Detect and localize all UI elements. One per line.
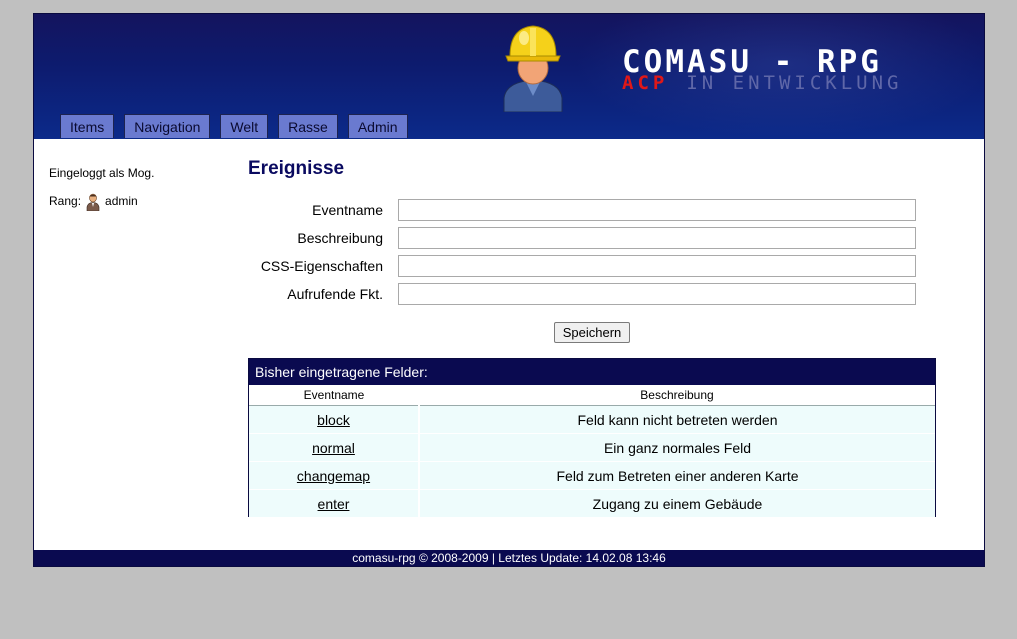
event-name-cell: normal: [249, 433, 420, 462]
event-link[interactable]: block: [317, 412, 350, 428]
form-row-aufrufende-fkt: Aufrufende Fkt.: [248, 283, 918, 307]
tab-welt[interactable]: Welt: [220, 114, 269, 138]
tab-items[interactable]: Items: [60, 114, 115, 138]
footer: comasu-rpg © 2008-2009 | Letztes Update:…: [34, 550, 984, 566]
beschreibung-input[interactable]: [398, 227, 916, 249]
construction-worker-icon: [503, 25, 563, 112]
rank-label: Rang:: [49, 194, 82, 208]
css-eigenschaften-input[interactable]: [398, 255, 916, 277]
beschreibung-label: Beschreibung: [297, 230, 383, 246]
sidebar: Eingeloggt als Mog. Rang: admin: [49, 166, 154, 222]
column-header-eventname: Eventname: [249, 385, 419, 406]
event-description-cell: Ein ganz normales Feld: [419, 433, 935, 462]
admin-user-icon: [86, 193, 100, 211]
user-rank: Rang: admin: [49, 193, 154, 222]
table-row: changemap Feld zum Betreten einer andere…: [249, 461, 935, 490]
event-link[interactable]: normal: [312, 440, 355, 456]
event-name-cell: enter: [249, 489, 420, 518]
eventname-input[interactable]: [398, 199, 916, 221]
event-name-cell: block: [249, 405, 420, 434]
form-row-css: CSS-Eigenschaften: [248, 255, 918, 279]
event-link[interactable]: enter: [318, 496, 350, 512]
login-status-text: Eingeloggt als Mog.: [49, 166, 155, 180]
aufrufende-fkt-label: Aufrufende Fkt.: [287, 286, 383, 302]
aufrufende-fkt-input[interactable]: [398, 283, 916, 305]
form-row-beschreibung: Beschreibung: [248, 227, 918, 251]
css-eigenschaften-label: CSS-Eigenschaften: [260, 258, 383, 274]
header-banner: COMASU - RPG ACP IN ENTWICKLUNG Items Nav…: [34, 14, 984, 139]
tab-admin[interactable]: Admin: [347, 114, 408, 138]
tab-navigation[interactable]: Navigation: [124, 114, 211, 138]
logo-subtitle-accent: ACP: [622, 72, 669, 94]
rank-value: admin: [105, 194, 138, 208]
table-header-row: Eventname Beschreibung: [249, 385, 935, 406]
form-row-eventname: Eventname: [248, 199, 918, 223]
events-table-box: Bisher eingetragene Felder: Eventname Be…: [248, 358, 936, 518]
page-title: Ereignisse: [248, 158, 345, 179]
logo-subtitle: ACP IN ENTWICKLUNG: [622, 72, 902, 94]
table-row: enter Zugang zu einem Gebäude: [249, 489, 935, 518]
table-row: block Feld kann nicht betreten werden: [249, 405, 935, 434]
event-link[interactable]: changemap: [297, 468, 370, 484]
tab-rasse[interactable]: Rasse: [278, 114, 338, 138]
event-description-cell: Feld zum Betreten einer anderen Karte: [419, 461, 935, 490]
events-table: Eventname Beschreibung block Feld kann n…: [249, 385, 935, 518]
eventname-label: Eventname: [312, 202, 383, 218]
save-button[interactable]: Speichern: [554, 322, 630, 343]
main-nav-tabs: Items Navigation Welt Rasse Admin: [60, 114, 418, 139]
event-description-cell: Feld kann nicht betreten werden: [419, 405, 935, 434]
page-container: COMASU - RPG ACP IN ENTWICKLUNG Items Nav…: [33, 13, 985, 567]
login-status: Eingeloggt als Mog.: [49, 166, 154, 194]
column-header-beschreibung: Beschreibung: [419, 385, 935, 406]
logo-subtitle-rest: IN ENTWICKLUNG: [686, 72, 903, 94]
events-table-title: Bisher eingetragene Felder:: [249, 359, 935, 385]
event-description-cell: Zugang zu einem Gebäude: [419, 489, 935, 518]
event-name-cell: changemap: [249, 461, 420, 490]
table-row: normal Ein ganz normales Feld: [249, 433, 935, 462]
